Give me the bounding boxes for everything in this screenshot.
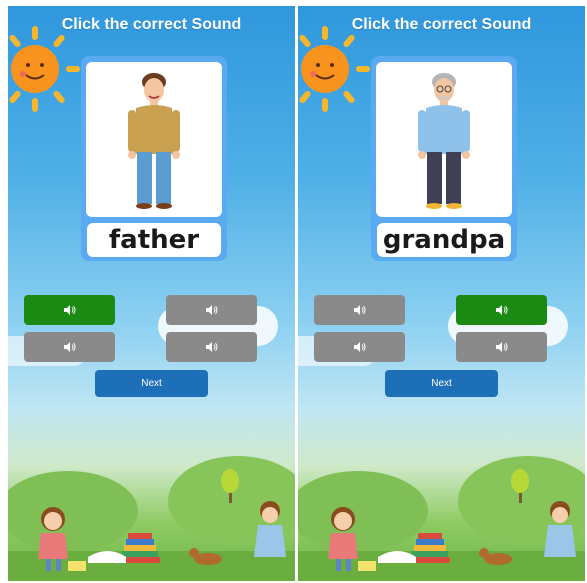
speaker-icon (205, 305, 217, 315)
sound-button-2[interactable] (456, 295, 547, 325)
playground-illustration (298, 456, 585, 581)
playground-illustration (8, 456, 295, 581)
speaker-icon (353, 305, 365, 315)
speaker-icon (353, 342, 365, 352)
sound-button-1[interactable] (314, 295, 405, 325)
word-label: father (87, 223, 221, 257)
sound-button-1[interactable] (24, 295, 115, 325)
speaker-icon (63, 305, 75, 315)
word-label: grandpa (377, 223, 511, 257)
sound-button-4[interactable] (456, 332, 547, 362)
sound-button-3[interactable] (314, 332, 405, 362)
next-button[interactable]: Next (385, 370, 498, 397)
speaker-icon (63, 342, 75, 352)
next-button[interactable]: Next (95, 370, 208, 397)
page-title: Click the correct Sound (351, 16, 532, 33)
word-card: grandpa (371, 56, 517, 261)
next-label: Next (141, 378, 162, 389)
sun-illustration (9, 26, 80, 112)
speaker-icon (205, 342, 217, 352)
sun-illustration (299, 26, 370, 112)
next-label: Next (431, 378, 452, 389)
speaker-icon (495, 305, 507, 315)
sound-button-4[interactable] (166, 332, 257, 362)
page-title: Click the correct Sound (61, 16, 242, 33)
word-card: father (81, 56, 227, 261)
grandpa-illustration (376, 62, 512, 217)
sound-button-3[interactable] (24, 332, 115, 362)
speaker-icon (495, 342, 507, 352)
screen-father: Click the correct Sound father Next (8, 6, 295, 581)
sound-button-2[interactable] (166, 295, 257, 325)
screen-grandpa: Click the correct Sound grandpa Next (298, 6, 585, 581)
father-illustration (86, 62, 222, 217)
